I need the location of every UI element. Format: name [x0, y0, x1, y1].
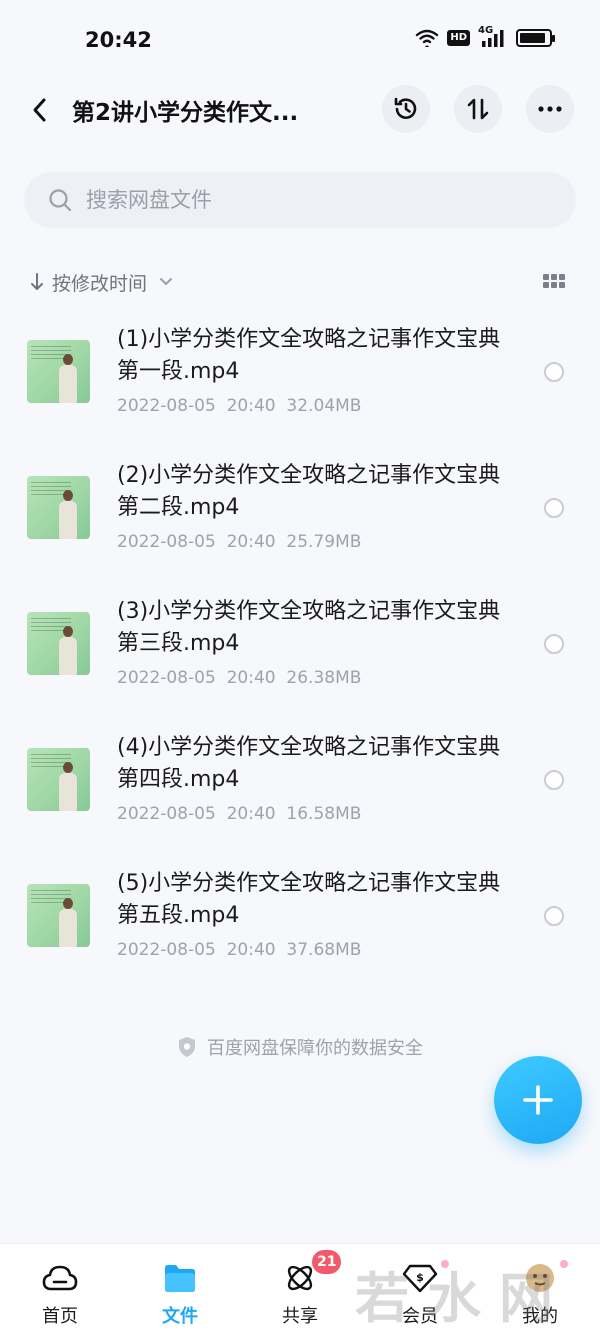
- file-item[interactable]: (3)小学分类作文全攻略之记事作文宝典第三段.mp4 2022-08-05 20:…: [0, 582, 600, 718]
- video-thumbnail: [27, 340, 90, 403]
- tab-share[interactable]: 21 共享: [240, 1244, 360, 1333]
- file-size: 16.58MB: [286, 804, 362, 824]
- cloud-icon: [40, 1258, 80, 1298]
- file-item[interactable]: (4)小学分类作文全攻略之记事作文宝典第四段.mp4 2022-08-05 20:…: [0, 718, 600, 854]
- file-item[interactable]: (5)小学分类作文全攻略之记事作文宝典第五段.mp4 2022-08-05 20:…: [0, 854, 600, 990]
- tab-label: 文件: [162, 1306, 198, 1327]
- file-meta: 2022-08-05 20:40 25.79MB: [117, 532, 361, 552]
- select-radio[interactable]: [544, 770, 564, 790]
- video-thumbnail: [27, 884, 90, 947]
- file-name: (3)小学分类作文全攻略之记事作文宝典第三段.mp4: [117, 599, 501, 656]
- file-size: 37.68MB: [286, 940, 362, 960]
- bottom-tab-bar: 首页 文件 21 共享 $ 会员 我的: [0, 1243, 600, 1333]
- file-date: 2022-08-05: [117, 532, 216, 552]
- video-thumbnail: [27, 748, 90, 811]
- select-radio[interactable]: [544, 498, 564, 518]
- tab-label: 我的: [522, 1306, 558, 1327]
- file-date: 2022-08-05: [117, 940, 216, 960]
- back-arrow-icon: [33, 98, 46, 122]
- file-name: (5)小学分类作文全攻略之记事作文宝典第五段.mp4: [117, 871, 501, 928]
- file-name: (2)小学分类作文全攻略之记事作文宝典第二段.mp4: [117, 463, 501, 520]
- file-time: 20:40: [226, 804, 276, 824]
- folder-icon: [160, 1258, 200, 1298]
- hd-badge: HD: [447, 30, 470, 46]
- add-button[interactable]: [494, 1056, 582, 1144]
- select-radio[interactable]: [544, 634, 564, 654]
- security-note: 百度网盘保障你的数据安全: [0, 1034, 600, 1060]
- file-date: 2022-08-05: [117, 668, 216, 688]
- file-item[interactable]: (1)小学分类作文全攻略之记事作文宝典第一段.mp4 2022-08-05 20:…: [0, 310, 600, 446]
- battery-icon: [516, 29, 555, 47]
- tab-vip[interactable]: $ 会员: [360, 1244, 480, 1333]
- file-meta: 2022-08-05 20:40 26.38MB: [117, 668, 361, 688]
- chevron-down-icon: [160, 278, 173, 285]
- shield-icon: [179, 1037, 195, 1057]
- svg-text:$: $: [416, 1271, 424, 1284]
- file-date: 2022-08-05: [117, 396, 216, 416]
- file-list: (1)小学分类作文全攻略之记事作文宝典第一段.mp4 2022-08-05 20:…: [0, 310, 600, 990]
- select-radio[interactable]: [544, 906, 564, 926]
- sort-selector[interactable]: 按修改时间: [30, 262, 173, 302]
- select-radio[interactable]: [544, 362, 564, 382]
- file-size: 26.38MB: [286, 668, 362, 688]
- battery-fill: [520, 33, 546, 43]
- more-button[interactable]: [526, 85, 574, 133]
- file-time: 20:40: [226, 396, 276, 416]
- file-name: (4)小学分类作文全攻略之记事作文宝典第四段.mp4: [117, 735, 501, 792]
- sort-button[interactable]: [454, 85, 502, 133]
- cell-signal-icon: 4G: [478, 25, 508, 48]
- sort-label: 按修改时间: [52, 272, 148, 295]
- diamond-icon: $: [400, 1258, 440, 1298]
- profile-icon: [520, 1258, 560, 1298]
- search-icon: [49, 189, 72, 212]
- security-note-text: 百度网盘保障你的数据安全: [207, 1038, 423, 1059]
- tab-files[interactable]: 文件: [120, 1244, 240, 1333]
- page-title: 第2讲小学分类作文...: [72, 100, 299, 126]
- file-time: 20:40: [226, 940, 276, 960]
- tab-label: 共享: [282, 1306, 318, 1327]
- file-date: 2022-08-05: [117, 804, 216, 824]
- sort-down-arrow-icon: [31, 273, 43, 290]
- tab-label: 会员: [402, 1306, 438, 1327]
- search-bar[interactable]: [24, 172, 576, 228]
- tab-home[interactable]: 首页: [0, 1244, 120, 1333]
- wifi-icon: [416, 29, 439, 47]
- file-time: 20:40: [226, 532, 276, 552]
- sort-icon: [467, 98, 489, 120]
- file-meta: 2022-08-05 20:40 32.04MB: [117, 396, 361, 416]
- header: 第2讲小学分类作文...: [0, 80, 600, 140]
- plus-icon: [523, 1085, 553, 1115]
- history-button[interactable]: [382, 85, 430, 133]
- file-time: 20:40: [226, 668, 276, 688]
- status-bar: 20:42 HD 4G: [0, 0, 600, 80]
- video-thumbnail: [27, 612, 90, 675]
- tab-profile[interactable]: 我的: [480, 1244, 600, 1333]
- file-meta: 2022-08-05 20:40 16.58MB: [117, 804, 361, 824]
- file-size: 32.04MB: [286, 396, 362, 416]
- file-name: (1)小学分类作文全攻略之记事作文宝典第一段.mp4: [117, 327, 501, 384]
- video-thumbnail: [27, 476, 90, 539]
- share-badge: 21: [312, 1250, 342, 1274]
- history-icon: [394, 97, 417, 119]
- tab-label: 首页: [42, 1306, 78, 1327]
- status-icons: HD 4G: [415, 25, 555, 48]
- file-item[interactable]: (2)小学分类作文全攻略之记事作文宝典第二段.mp4 2022-08-05 20:…: [0, 446, 600, 582]
- grid-view-icon[interactable]: [543, 274, 565, 288]
- status-time: 20:42: [85, 28, 152, 52]
- back-button[interactable]: [24, 90, 56, 130]
- file-size: 25.79MB: [286, 532, 362, 552]
- file-meta: 2022-08-05 20:40 37.68MB: [117, 940, 361, 960]
- search-input[interactable]: [86, 188, 526, 212]
- more-icon: [538, 106, 562, 112]
